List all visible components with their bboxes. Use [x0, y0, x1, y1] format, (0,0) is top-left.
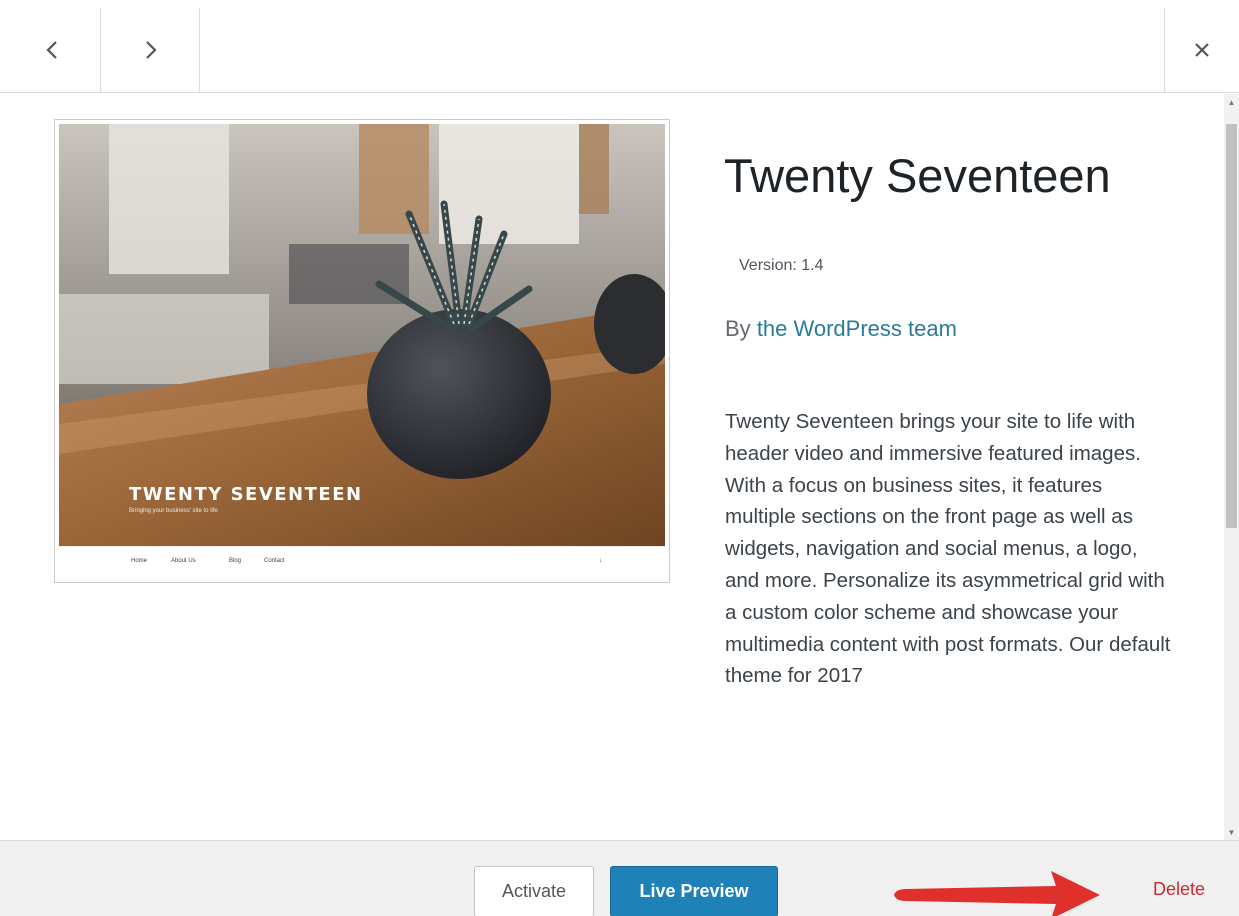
activate-button[interactable]: Activate: [474, 866, 594, 916]
scroll-up-arrow-icon[interactable]: ▲: [1224, 94, 1239, 110]
screenshot-site-nav: Home About Us Blog Contact ↓: [59, 546, 665, 579]
theme-screenshot-image: [59, 124, 665, 546]
live-preview-button[interactable]: Live Preview: [610, 866, 778, 916]
theme-version: Version: 1.4: [739, 257, 824, 274]
content-scrollbar[interactable]: ▲ ▼: [1224, 94, 1239, 840]
red-arrow-annotation-icon: [894, 871, 1100, 916]
screenshot-nav-item: Contact: [264, 558, 285, 564]
screenshot-site-title: TWENTY SEVENTEEN: [129, 484, 363, 505]
next-theme-button[interactable]: [102, 8, 200, 92]
screenshot-nav-item: Blog: [229, 558, 242, 564]
screenshot-nav-item: Home: [131, 558, 148, 564]
chevron-right-icon: [145, 41, 157, 59]
theme-screenshot: TWENTY SEVENTEEN Bringing your business'…: [54, 119, 670, 583]
close-overlay-button[interactable]: [1164, 8, 1239, 92]
previous-theme-button[interactable]: [3, 8, 101, 92]
scroll-down-arrow-icon[interactable]: ▼: [1224, 824, 1239, 840]
theme-description: Twenty Seventeen brings your site to lif…: [725, 410, 1171, 688]
theme-author-link[interactable]: the WordPress team: [757, 316, 957, 341]
theme-author-prefix: By: [725, 316, 751, 341]
close-icon: [1195, 43, 1209, 57]
theme-actions: Activate Live Preview Delete: [0, 840, 1239, 916]
theme-author: By the WordPress team: [725, 316, 957, 342]
screenshot-site-tagline: Bringing your business' site to life: [129, 508, 218, 514]
theme-details-overlay: TWENTY SEVENTEEN Bringing your business'…: [0, 0, 1239, 916]
overlay-header: [0, 0, 1239, 93]
scrollbar-thumb[interactable]: [1226, 124, 1237, 528]
delete-theme-link[interactable]: Delete: [1153, 879, 1205, 900]
chevron-left-icon: [45, 41, 57, 59]
theme-name: Twenty Seventeen: [724, 149, 1111, 202]
screenshot-scroll-down-icon: ↓: [599, 558, 602, 564]
theme-details-content: TWENTY SEVENTEEN Bringing your business'…: [0, 94, 1224, 840]
screenshot-nav-item: About Us: [171, 558, 196, 564]
